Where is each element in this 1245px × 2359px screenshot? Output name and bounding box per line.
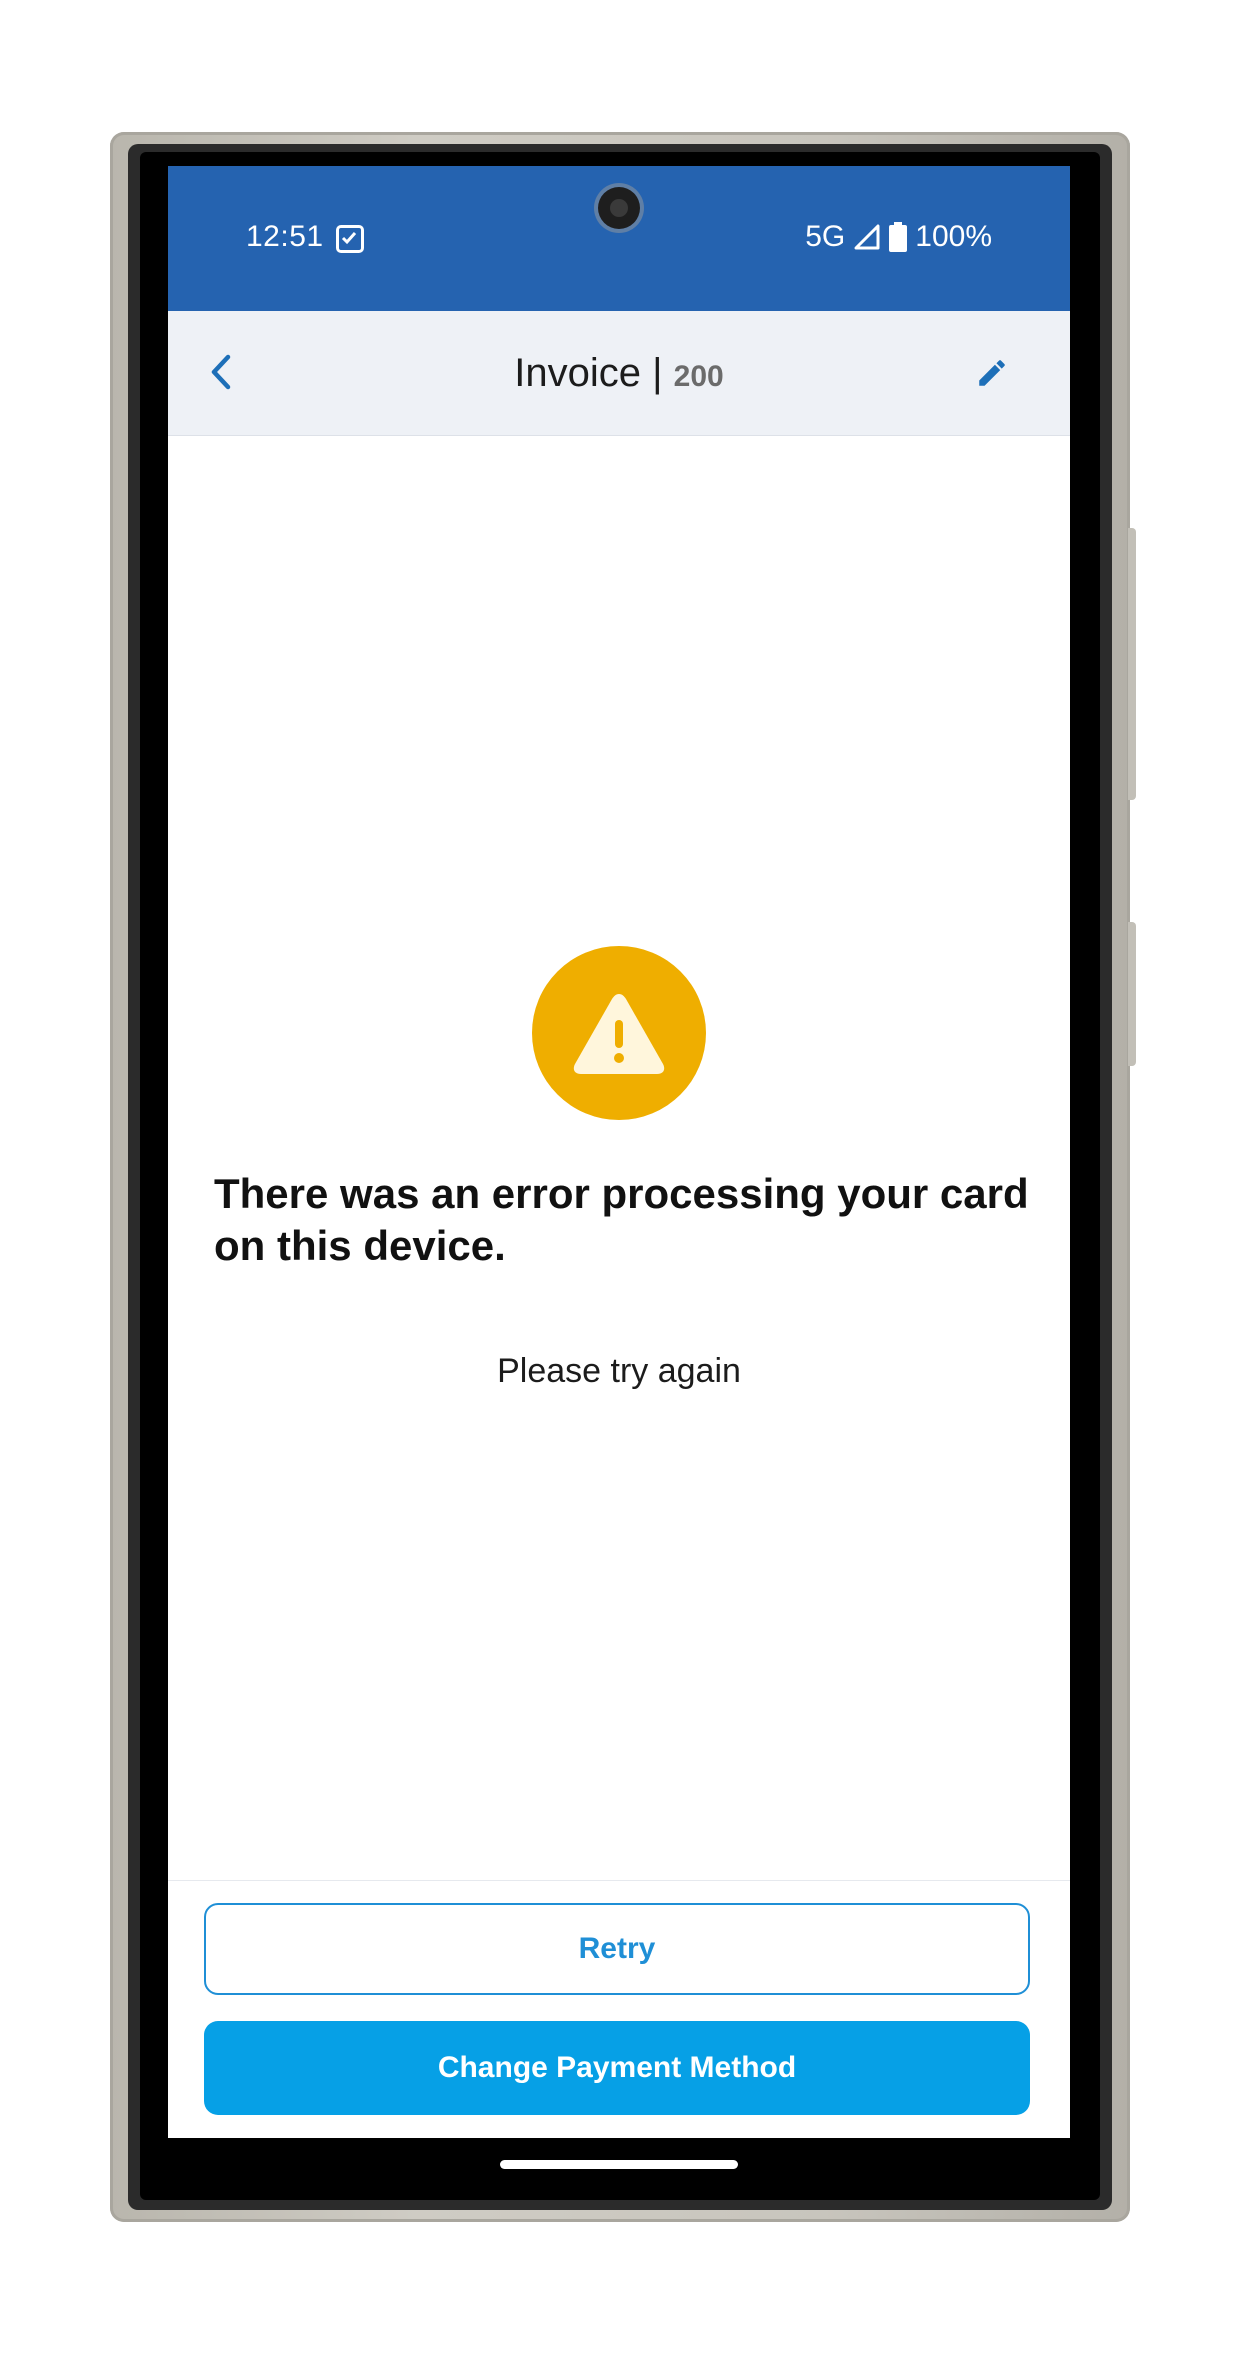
status-time: 12:51: [246, 220, 324, 253]
footer-divider: [168, 1880, 1070, 1881]
power-key: [1128, 922, 1136, 1066]
pencil-icon: [979, 360, 1005, 386]
warning-badge: [532, 946, 706, 1120]
error-subtext: Please try again: [497, 1352, 741, 1390]
status-bar: 12:51 5G 100%: [168, 166, 1070, 311]
home-indicator[interactable]: [500, 2160, 738, 2169]
task-check-icon: [336, 225, 364, 253]
change-payment-method-button[interactable]: Change Payment Method: [204, 2021, 1030, 2115]
volume-key: [1128, 528, 1136, 800]
error-heading: There was an error processing your card …: [214, 1170, 1029, 1269]
edit-button[interactable]: [972, 353, 1012, 393]
app-header: Invoice | 200: [168, 311, 1070, 436]
page-title: Invoice | 200: [168, 349, 1070, 401]
battery-icon: [889, 222, 908, 252]
invoice-number: 200: [673, 360, 724, 393]
page-title-text: Invoice |: [514, 351, 663, 395]
front-camera: [598, 187, 640, 229]
status-indicators: 5G 100%: [805, 220, 992, 254]
retry-button[interactable]: Retry: [204, 1903, 1030, 1995]
phone-screen: 12:51 5G 100% Invoice | 200 There was an…: [168, 166, 1070, 2138]
network-type: 5G: [805, 220, 846, 253]
warning-triangle-icon: [573, 994, 665, 1074]
signal-icon: [853, 223, 881, 251]
battery-percent: 100%: [915, 220, 992, 253]
